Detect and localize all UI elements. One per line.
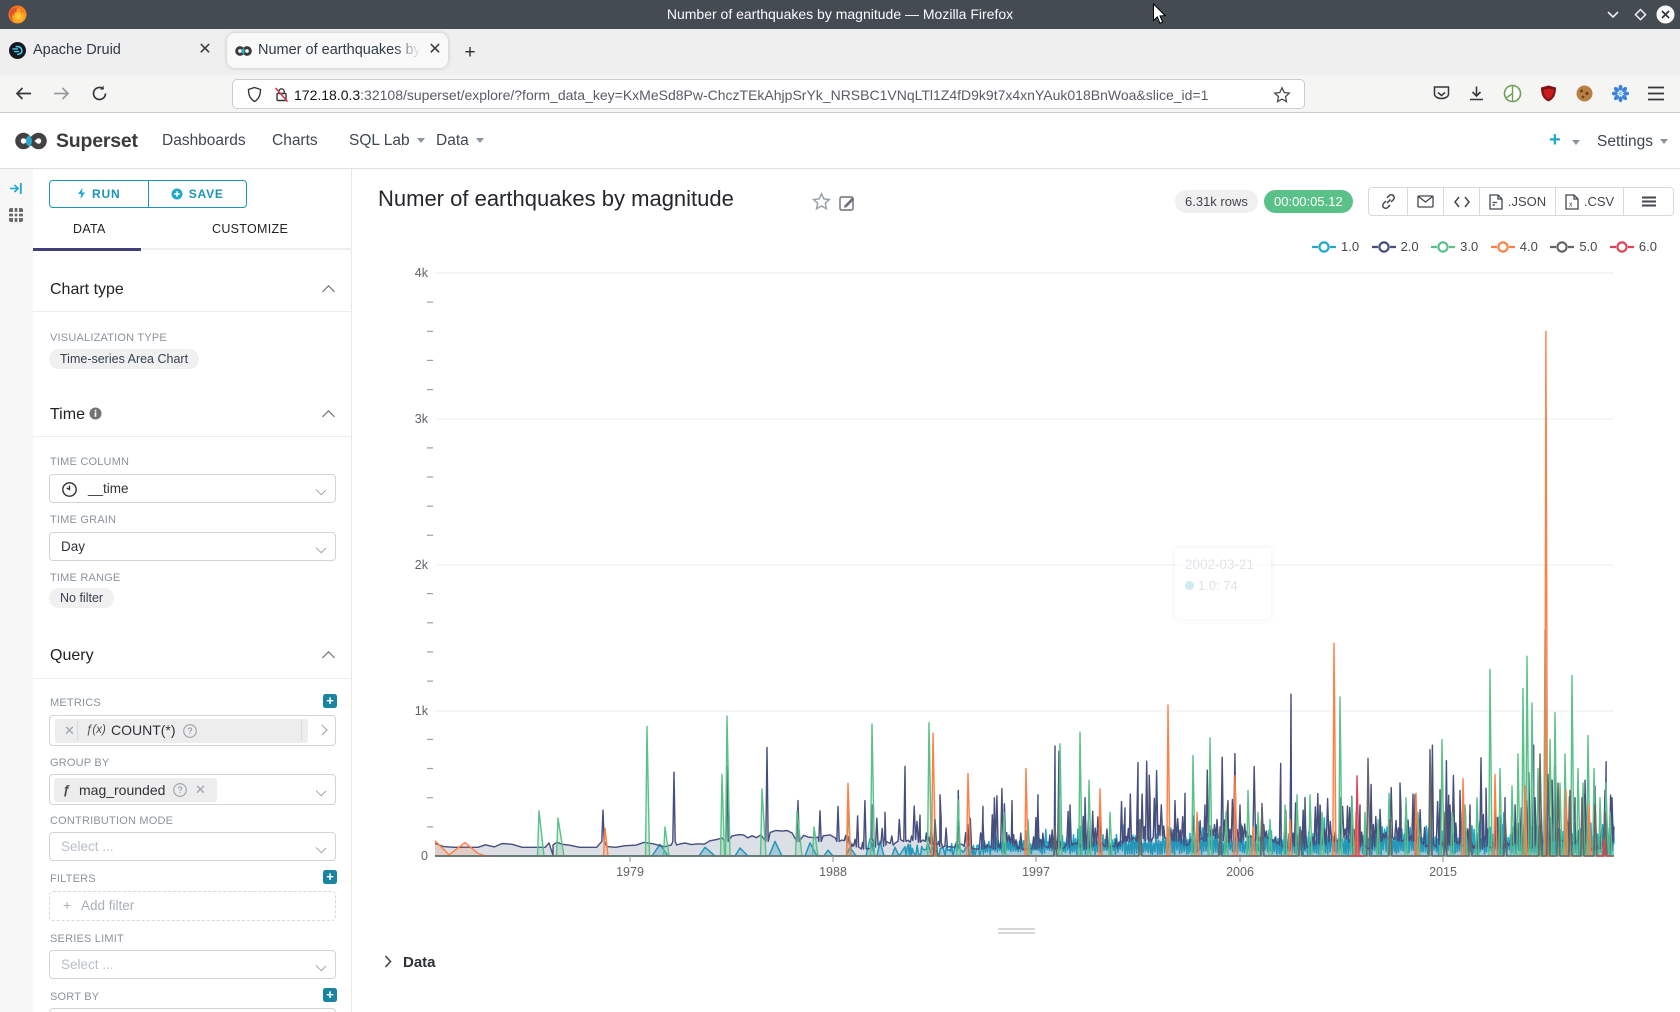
svg-text:1979: 1979: [616, 865, 644, 879]
svg-text:1997: 1997: [1022, 865, 1050, 879]
svg-text:x: x: [1569, 201, 1573, 208]
svg-text:2k: 2k: [415, 558, 429, 572]
svg-text:1988: 1988: [819, 865, 847, 879]
svg-text:?: ?: [187, 726, 192, 736]
svg-text:1k: 1k: [415, 704, 429, 718]
svg-text:3k: 3k: [415, 412, 429, 426]
svg-text:0: 0: [421, 849, 428, 863]
svg-text:2006: 2006: [1226, 865, 1254, 879]
svg-text:?: ?: [177, 785, 182, 795]
svg-text:2015: 2015: [1429, 865, 1457, 879]
svg-text:4k: 4k: [415, 266, 429, 280]
